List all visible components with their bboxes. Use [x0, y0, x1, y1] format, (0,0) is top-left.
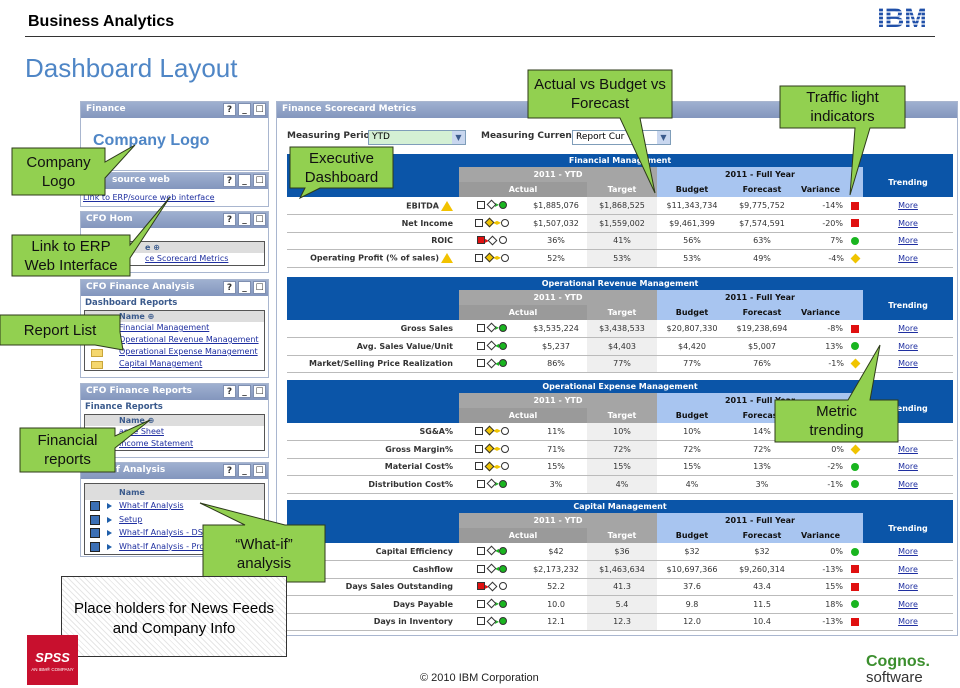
spss-logo: SPSS AN IBM® COMPANY	[27, 635, 78, 685]
callout-exec-text: Executive Dashboard	[304, 149, 379, 186]
cognos-logo-subtext: software	[866, 669, 923, 686]
callout-company-logo-text: Company Logo	[26, 153, 91, 190]
copyright: © 2010 IBM Corporation	[420, 672, 539, 684]
cognos-logo-text: Cognos.	[866, 653, 930, 670]
callout-erp-text: Link to ERP Web Interface	[24, 237, 118, 274]
callout-whatif-text: “What-if” analysis	[235, 535, 293, 572]
spss-logo-subtext: AN IBM® COMPANY	[31, 667, 74, 672]
cognos-logo: Cognos. software	[866, 654, 930, 686]
callout-actual-budget-text: Actual vs Budget vs Forecast	[534, 76, 666, 112]
callout-report-list-text: Report List	[23, 321, 97, 339]
news-placeholder: Place holders for News Feeds and Company…	[61, 576, 287, 657]
callout-traffic-text: Traffic light indicators	[806, 89, 879, 125]
callout-trending-text: Metric trending	[809, 403, 864, 439]
callout-fin-reports-text: Financial reports	[37, 432, 98, 468]
spss-logo-text: SPSS	[35, 650, 70, 665]
